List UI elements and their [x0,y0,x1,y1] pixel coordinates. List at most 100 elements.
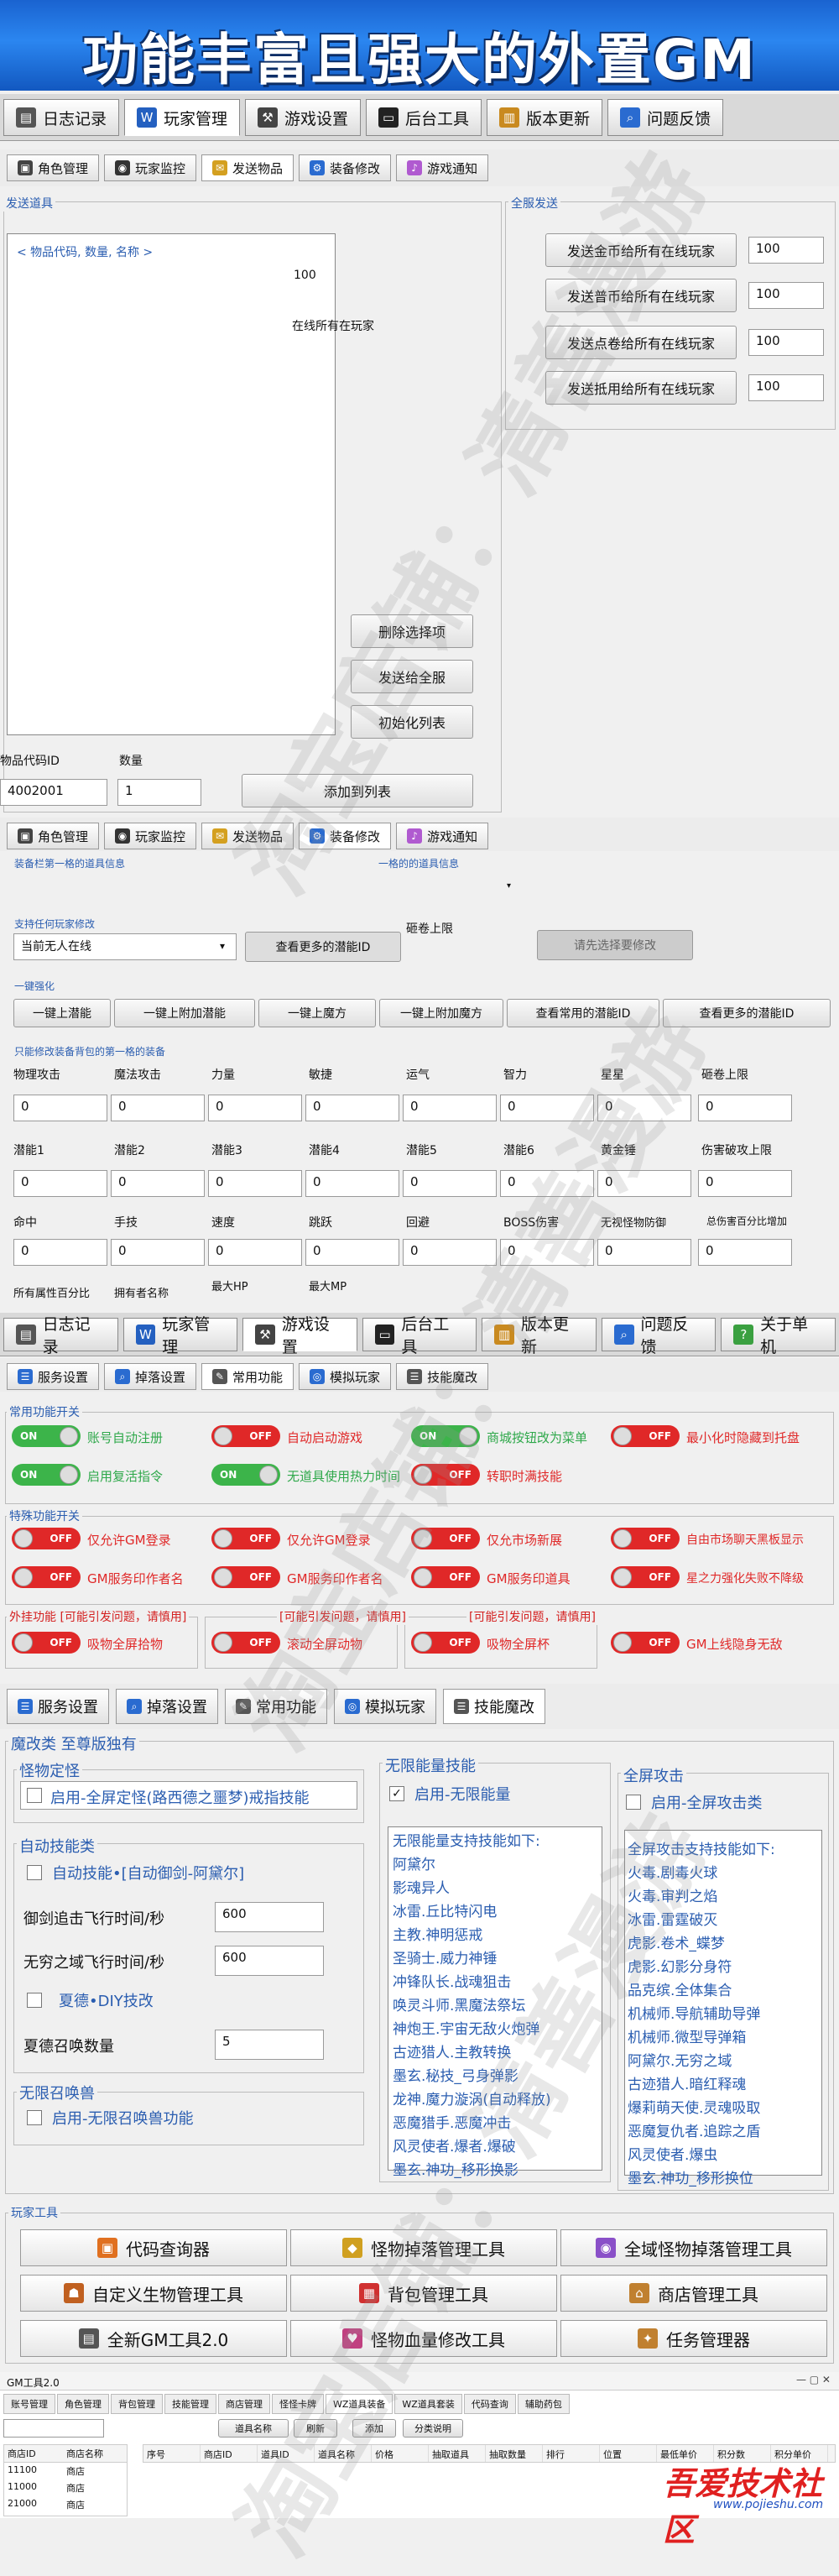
column-header[interactable]: 商店ID [201,2445,258,2462]
mini-refresh-button[interactable]: 刷新 [294,2419,337,2438]
custom-mob-button[interactable]: ☗ 自定义生物管理工具 [20,2275,287,2312]
mini-tab[interactable]: 辅助药包 [517,2394,570,2414]
tab-updates[interactable]: ▥ 版本更新 [482,1315,597,1356]
toggle-auto-start[interactable]: OFF [211,1425,280,1447]
stat-input[interactable]: 0 [597,1239,691,1266]
subtab-send[interactable]: ✉ 发送物品 [201,154,294,181]
item-listbox[interactable] [7,233,336,735]
mini-tab[interactable]: 代码查询 [463,2394,516,2414]
nolimit-checkbox[interactable] [27,2110,42,2125]
screen-checkbox[interactable] [626,1795,641,1810]
subtab-monitor[interactable]: ◉ 玩家监控 [104,154,197,181]
column-header[interactable]: 道具名称 [315,2445,372,2462]
subtab-role[interactable]: ▣ 角色管理 [7,154,100,181]
qty-input[interactable]: 1 [117,779,201,806]
tab-game-settings[interactable]: ⚒ 游戏设置 [242,1315,357,1356]
window-controls-icon[interactable]: — ▢ ✕ [789,2374,831,2385]
toggle-auto-register[interactable]: ON [12,1425,81,1447]
global-drop-button[interactable]: ◉ 全域怪物掉落管理工具 [560,2229,827,2266]
stat-input[interactable]: 0 [13,1239,107,1266]
stat-input[interactable]: 0 [698,1170,792,1197]
toggle-special[interactable]: OFF [211,1528,280,1549]
mini-tab[interactable]: 背包管理 [111,2394,163,2414]
stat-input[interactable]: 0 [111,1239,205,1266]
column-header[interactable]: 道具ID [258,2445,315,2462]
stat-input[interactable]: 0 [698,1239,792,1266]
subtab-notice[interactable]: ♪ 游戏通知 [396,154,489,181]
lock-checkbox[interactable] [27,1788,42,1803]
mini-search-button[interactable]: 道具名称 [218,2419,289,2438]
stat-input[interactable]: 0 [208,1095,302,1121]
tab-player[interactable]: W 玩家管理 [124,99,241,136]
toggle-mall-menu[interactable]: ON [411,1425,480,1447]
stat-input[interactable]: 0 [403,1095,497,1121]
stat-input[interactable]: 0 [500,1095,594,1121]
subtab-role-2[interactable]: ▣ 角色管理 [7,823,100,849]
tab-updates[interactable]: ▥ 版本更新 [487,99,603,136]
toggle-special[interactable]: OFF [12,1566,81,1588]
onekey-add-potential-button[interactable]: 一键上附加潜能 [114,999,255,1027]
coin-amount-input[interactable]: 100 [748,282,824,309]
energy-checkbox[interactable]: ✓ [389,1786,404,1801]
more-potential-id-button[interactable]: 查看更多的潜能ID [663,999,831,1027]
subtab-send-2[interactable]: ✉ 发送物品 [201,823,294,849]
tab-log[interactable]: ▤ 日志记录 [3,1315,118,1356]
item-id-input[interactable]: 4002001 [0,779,107,806]
add-to-list-button[interactable]: 添加到列表 [242,774,473,807]
gm-tool-button[interactable]: ▤ 全新GM工具2.0 [20,2320,287,2357]
sword-input[interactable]: 600 [215,1902,324,1932]
toggle-heat[interactable]: ON [211,1464,280,1486]
column-header[interactable]: 排行 [543,2445,600,2462]
toggle-special[interactable]: OFF [411,1528,480,1549]
subtab-service[interactable]: ☰ 服务设置 [7,1363,100,1390]
table-row[interactable]: 11000 商店 [4,2479,127,2496]
tab-feedback[interactable]: ⌕ 问题反馈 [601,1315,717,1356]
column-header[interactable]: 抽取数量 [486,2445,543,2462]
subtab-common[interactable]: ✎ 常用功能 [201,1363,294,1390]
mini-tab[interactable]: WZ道具套装 [394,2394,462,2414]
tab-log[interactable]: ▤ 日志记录 [3,99,120,136]
infinite-input[interactable]: 600 [215,1946,324,1976]
column-header[interactable]: 序号 [143,2445,201,2462]
stat-input[interactable]: 0 [208,1239,302,1266]
summon-input[interactable]: 5 [215,2030,324,2060]
mini-tab[interactable]: 商店管理 [218,2394,270,2414]
subtab-equip[interactable]: ⚙ 装备修改 [299,154,392,181]
stat-input[interactable]: 0 [403,1239,497,1266]
delete-selected-button[interactable]: 删除选择项 [351,614,473,648]
stat-input[interactable]: 0 [597,1170,691,1197]
toggle-revive[interactable]: ON [12,1464,81,1486]
subtab-drop[interactable]: ⌕ 掉落设置 [104,1363,197,1390]
toggle-special[interactable]: OFF [211,1566,280,1588]
tab-feedback[interactable]: ⌕ 问题反馈 [607,99,724,136]
stat-input[interactable]: 0 [208,1170,302,1197]
mini-tab[interactable]: 怪怪卡牌 [272,2394,324,2414]
summer-checkbox[interactable] [27,1993,42,2008]
column-header[interactable]: 价格 [372,2445,429,2462]
tab-backend[interactable]: ▭ 后台工具 [362,1315,477,1356]
table-row[interactable]: 21000 商店 [4,2496,127,2513]
subtab-equip-2[interactable]: ⚙ 装备修改 [299,823,392,849]
tab-player[interactable]: W 玩家管理 [122,1315,238,1356]
stat-input[interactable]: 0 [698,1095,792,1121]
stat-input[interactable]: 0 [13,1095,107,1121]
toggle-special[interactable]: OFF [12,1528,81,1549]
subtab-sim[interactable]: ◎ 模拟玩家 [299,1363,392,1390]
toggle-full-skill[interactable]: OFF [411,1464,480,1486]
stat-input[interactable]: 0 [403,1170,497,1197]
mini-tab[interactable]: 技能管理 [164,2394,216,2414]
bag-tool-button[interactable]: ▦ 背包管理工具 [290,2275,557,2312]
toggle-tray[interactable]: OFF [611,1425,680,1447]
stat-input[interactable]: 0 [500,1170,594,1197]
subtab-common-2[interactable]: ✎ 常用功能 [225,1689,327,1724]
stat-input[interactable]: 0 [111,1170,205,1197]
view-more-potential-button[interactable]: 查看更多的潜能ID [245,932,401,962]
mini-search-input[interactable] [3,2419,104,2438]
monster-hp-button[interactable]: ♥ 怪物血量修改工具 [290,2320,557,2357]
shop-tool-button[interactable]: ⌂ 商店管理工具 [560,2275,827,2312]
stat-input[interactable]: 0 [305,1170,399,1197]
toggle-plugin[interactable]: OFF [211,1632,280,1654]
send-all-button[interactable]: 发送给全服 [351,660,473,693]
subtab-service-2[interactable]: ☰ 服务设置 [7,1689,109,1724]
toggle-plugin[interactable]: OFF [611,1632,680,1654]
